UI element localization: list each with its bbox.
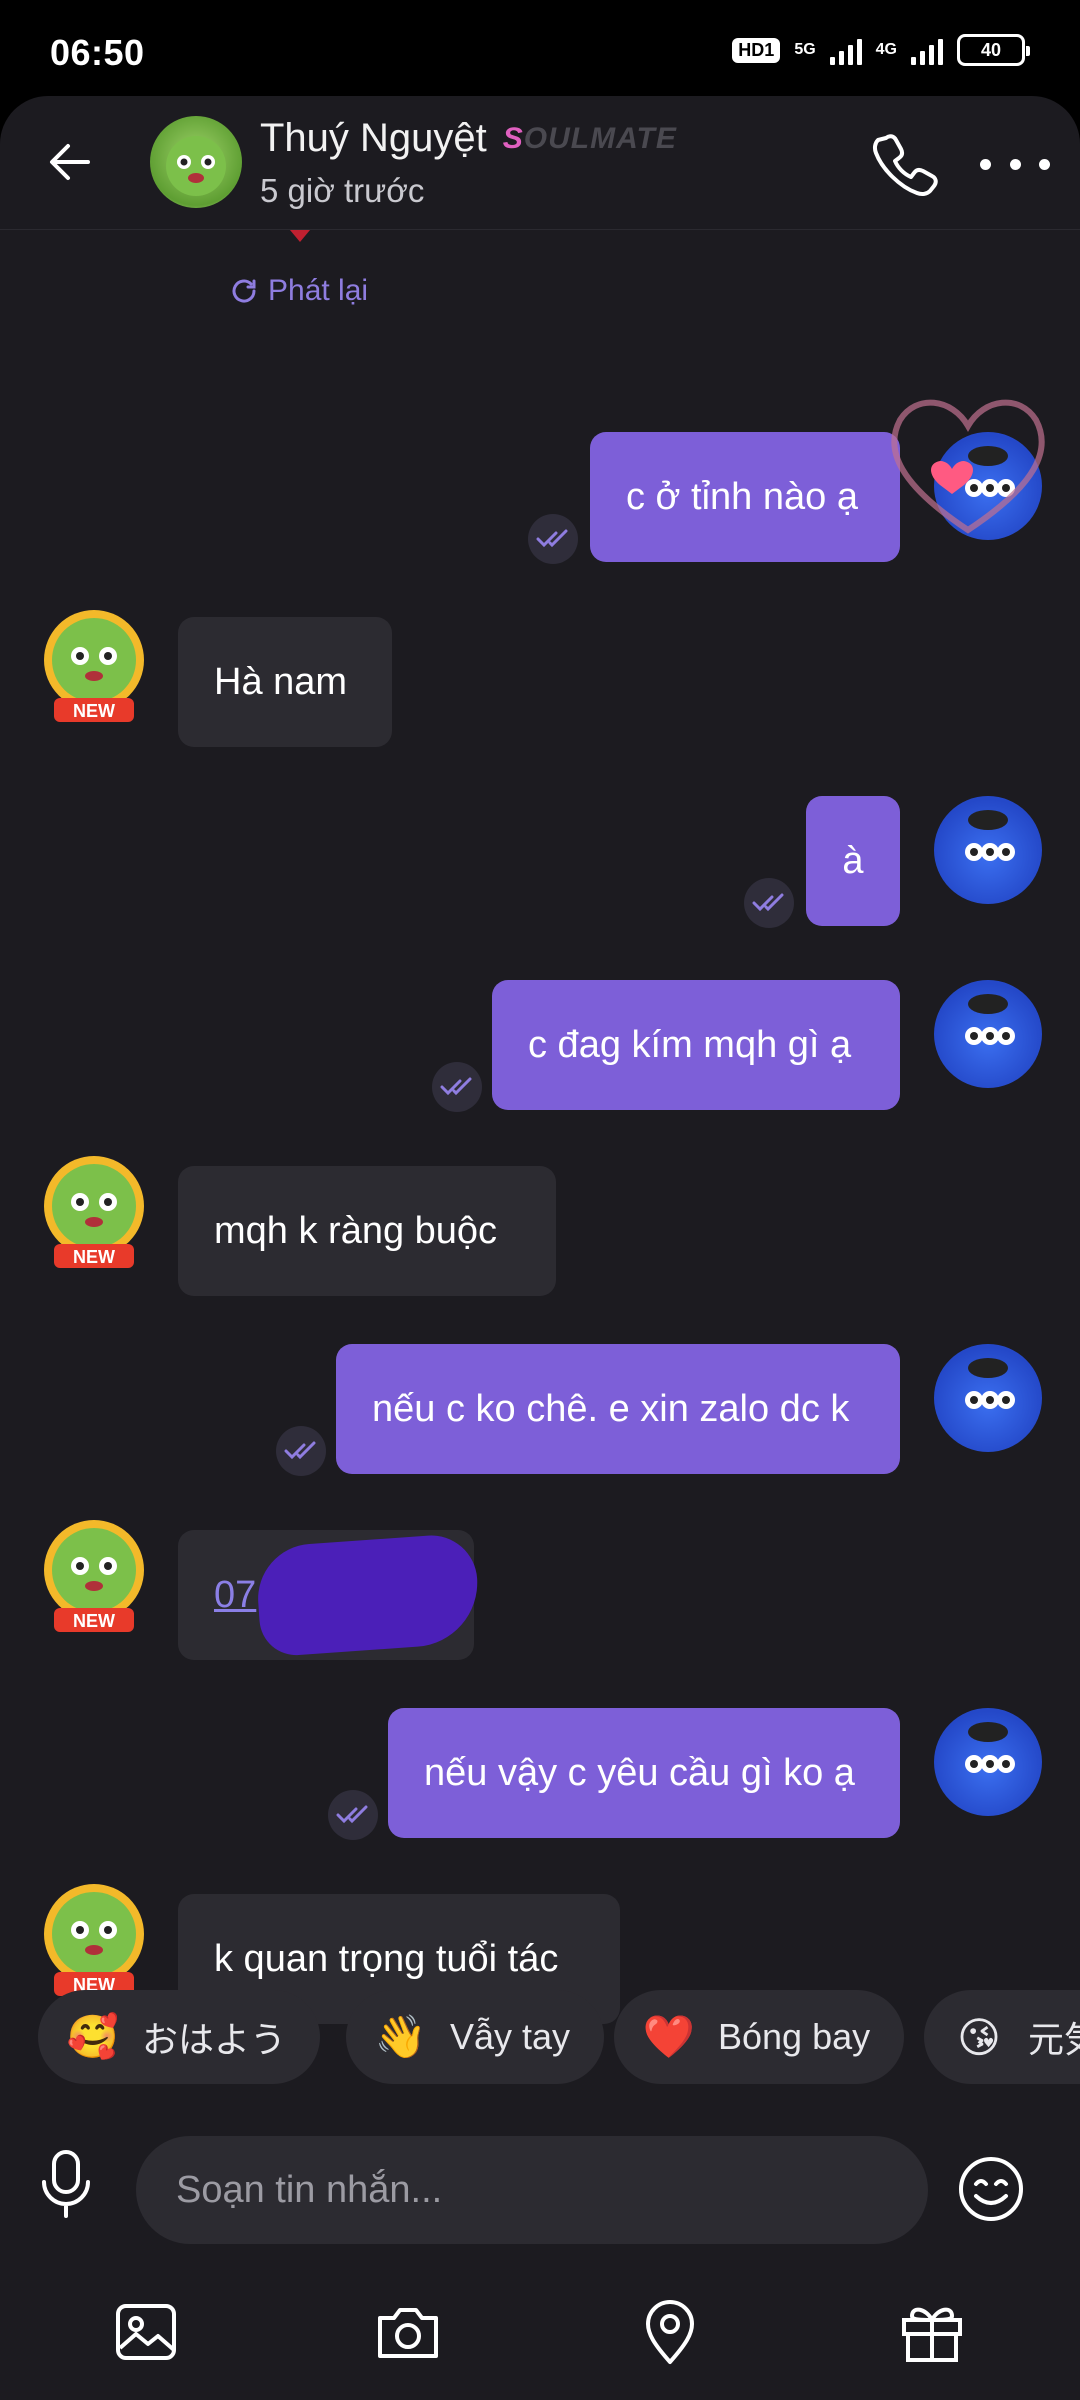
read-receipt-icon (744, 878, 794, 928)
blue-creature-icon (965, 994, 1015, 1045)
location-button[interactable] (634, 2296, 706, 2368)
chip-ohayou[interactable]: 🥰 おはよう (38, 1990, 321, 2084)
message-input-bar: Soạn tin nhắn... (0, 2114, 1080, 2254)
camera-button[interactable] (372, 2296, 444, 2368)
svg-text:NEW: NEW (73, 701, 115, 721)
refresh-icon (232, 279, 256, 303)
my-avatar[interactable] (934, 1708, 1042, 1816)
heart-frame-icon (891, 399, 1045, 534)
contact-avatar-new[interactable]: NEW (30, 602, 158, 730)
message-bubble-incoming[interactable]: mqh k ràng buộc (178, 1166, 556, 1296)
microphone-icon (42, 2150, 90, 2218)
svg-text:NEW: NEW (73, 1247, 115, 1267)
blush-emoji-icon: 🥰 (66, 2012, 120, 2060)
status-bar: 06:50 HD1 5G 4G 40 (0, 0, 1080, 100)
hd-indicator: HD1 (732, 37, 781, 63)
chat-header: Thuý Nguyệt SOULMATE 5 giờ trước (0, 96, 1080, 230)
chip-label: Vẫy tay (450, 2016, 571, 2057)
more-dots-icon (980, 158, 991, 170)
gift-button[interactable] (896, 2296, 968, 2368)
gift-icon (902, 2307, 962, 2362)
last-seen: 5 giờ trước (260, 172, 425, 209)
signal-icon-2 (911, 35, 943, 65)
message-input[interactable]: Soạn tin nhắn... (136, 2136, 928, 2244)
soulmate-badge: SOULMATE (502, 121, 677, 155)
chip-label: 元気 (1028, 2019, 1080, 2060)
image-icon (116, 2304, 176, 2360)
new-badge-avatar-icon: NEW (44, 1520, 144, 1632)
read-receipt-icon (276, 1426, 326, 1476)
new-badge-avatar-icon: NEW (44, 610, 144, 722)
more-button[interactable] (980, 134, 1050, 194)
my-avatar[interactable] (934, 980, 1042, 1088)
location-pin-icon (646, 2300, 694, 2364)
replay-label: Phát lại (268, 274, 369, 307)
chip-label: Bóng bay (718, 2016, 871, 2057)
chip-balloon[interactable]: ❤️ Bóng bay (614, 1990, 905, 2084)
blue-creature-icon (965, 810, 1015, 861)
message-bubble-outgoing[interactable]: nếu c ko chê. e xin zalo dc k (336, 1344, 900, 1474)
quick-reply-chips: 🥰 おはよう 👋 Vẫy tay ❤️ Bóng bay 😘 元気 (0, 1986, 1080, 2086)
contact-avatar[interactable] (150, 116, 242, 208)
read-receipt-icon (528, 514, 578, 564)
chip-label: おはよう (142, 2019, 287, 2060)
blue-creature-icon (965, 1358, 1015, 1409)
heart-emoji-icon: ❤️ (642, 2012, 696, 2060)
contact-avatar-new[interactable]: NEW (30, 1148, 158, 1276)
message-list[interactable]: Phát lại c ở tỉnh nào ạ NEW Hà nam à c đ… (0, 230, 1080, 2024)
arrow-left-icon (50, 144, 90, 180)
emoji-button[interactable] (956, 2154, 1026, 2224)
camera-icon (378, 2308, 438, 2358)
smile-icon (959, 2157, 1023, 2221)
my-avatar[interactable] (934, 1344, 1042, 1452)
status-time: 06:50 (50, 32, 145, 73)
message-bubble-outgoing[interactable]: c ở tỉnh nào ạ (590, 432, 900, 562)
chip-wave[interactable]: 👋 Vẫy tay (346, 1990, 605, 2084)
network-5g: 5G (794, 41, 816, 58)
svg-text:NEW: NEW (73, 1611, 115, 1631)
chat-screen: Thuý Nguyệt SOULMATE 5 giờ trước Phát lạ… (0, 96, 1080, 2400)
gallery-button[interactable] (110, 2296, 182, 2368)
pointer-marker (290, 230, 310, 242)
contact-avatar-new[interactable]: NEW (30, 1876, 158, 2004)
chip-genki[interactable]: 😘 元気 (924, 1990, 1080, 2084)
battery-level: 40 (980, 39, 1002, 60)
phone-icon (872, 134, 938, 197)
message-bubble-outgoing[interactable]: nếu vậy c yêu cầu gì ko ạ (388, 1708, 900, 1838)
contact-avatar-new[interactable]: NEW (30, 1512, 158, 1640)
signal-icon (829, 35, 862, 65)
monster-avatar-icon (166, 136, 226, 196)
my-avatar[interactable] (934, 796, 1042, 904)
blue-creature-icon (965, 1722, 1015, 1773)
read-receipt-icon (328, 1790, 378, 1840)
new-badge-avatar-icon: NEW (44, 1884, 144, 1996)
call-button[interactable] (866, 126, 942, 202)
battery-icon: 40 (957, 34, 1030, 66)
kiss-emoji-icon: 😘 (957, 2013, 1001, 2061)
read-receipt-icon (432, 1062, 482, 1112)
microphone-button[interactable] (34, 2144, 98, 2224)
contact-name-row: Thuý Nguyệt SOULMATE (260, 116, 677, 161)
message-bubble-outgoing[interactable]: à (806, 796, 900, 926)
replay-button[interactable]: Phát lại (228, 274, 368, 308)
new-badge-avatar-icon: NEW (44, 1156, 144, 1268)
message-bubble-incoming[interactable]: Hà nam (178, 617, 392, 747)
network-4g: 4G (875, 41, 897, 58)
wave-emoji-icon: 👋 (374, 2012, 428, 2060)
attachment-toolbar (0, 2276, 1080, 2400)
contact-name: Thuý Nguyệt (260, 116, 487, 160)
phone-number-link[interactable]: 07 (214, 1574, 256, 1617)
message-bubble-outgoing[interactable]: c đag kím mqh gì ạ (492, 980, 900, 1110)
back-button[interactable] (30, 122, 110, 202)
status-icons: HD1 5G 4G 40 (732, 34, 1030, 66)
